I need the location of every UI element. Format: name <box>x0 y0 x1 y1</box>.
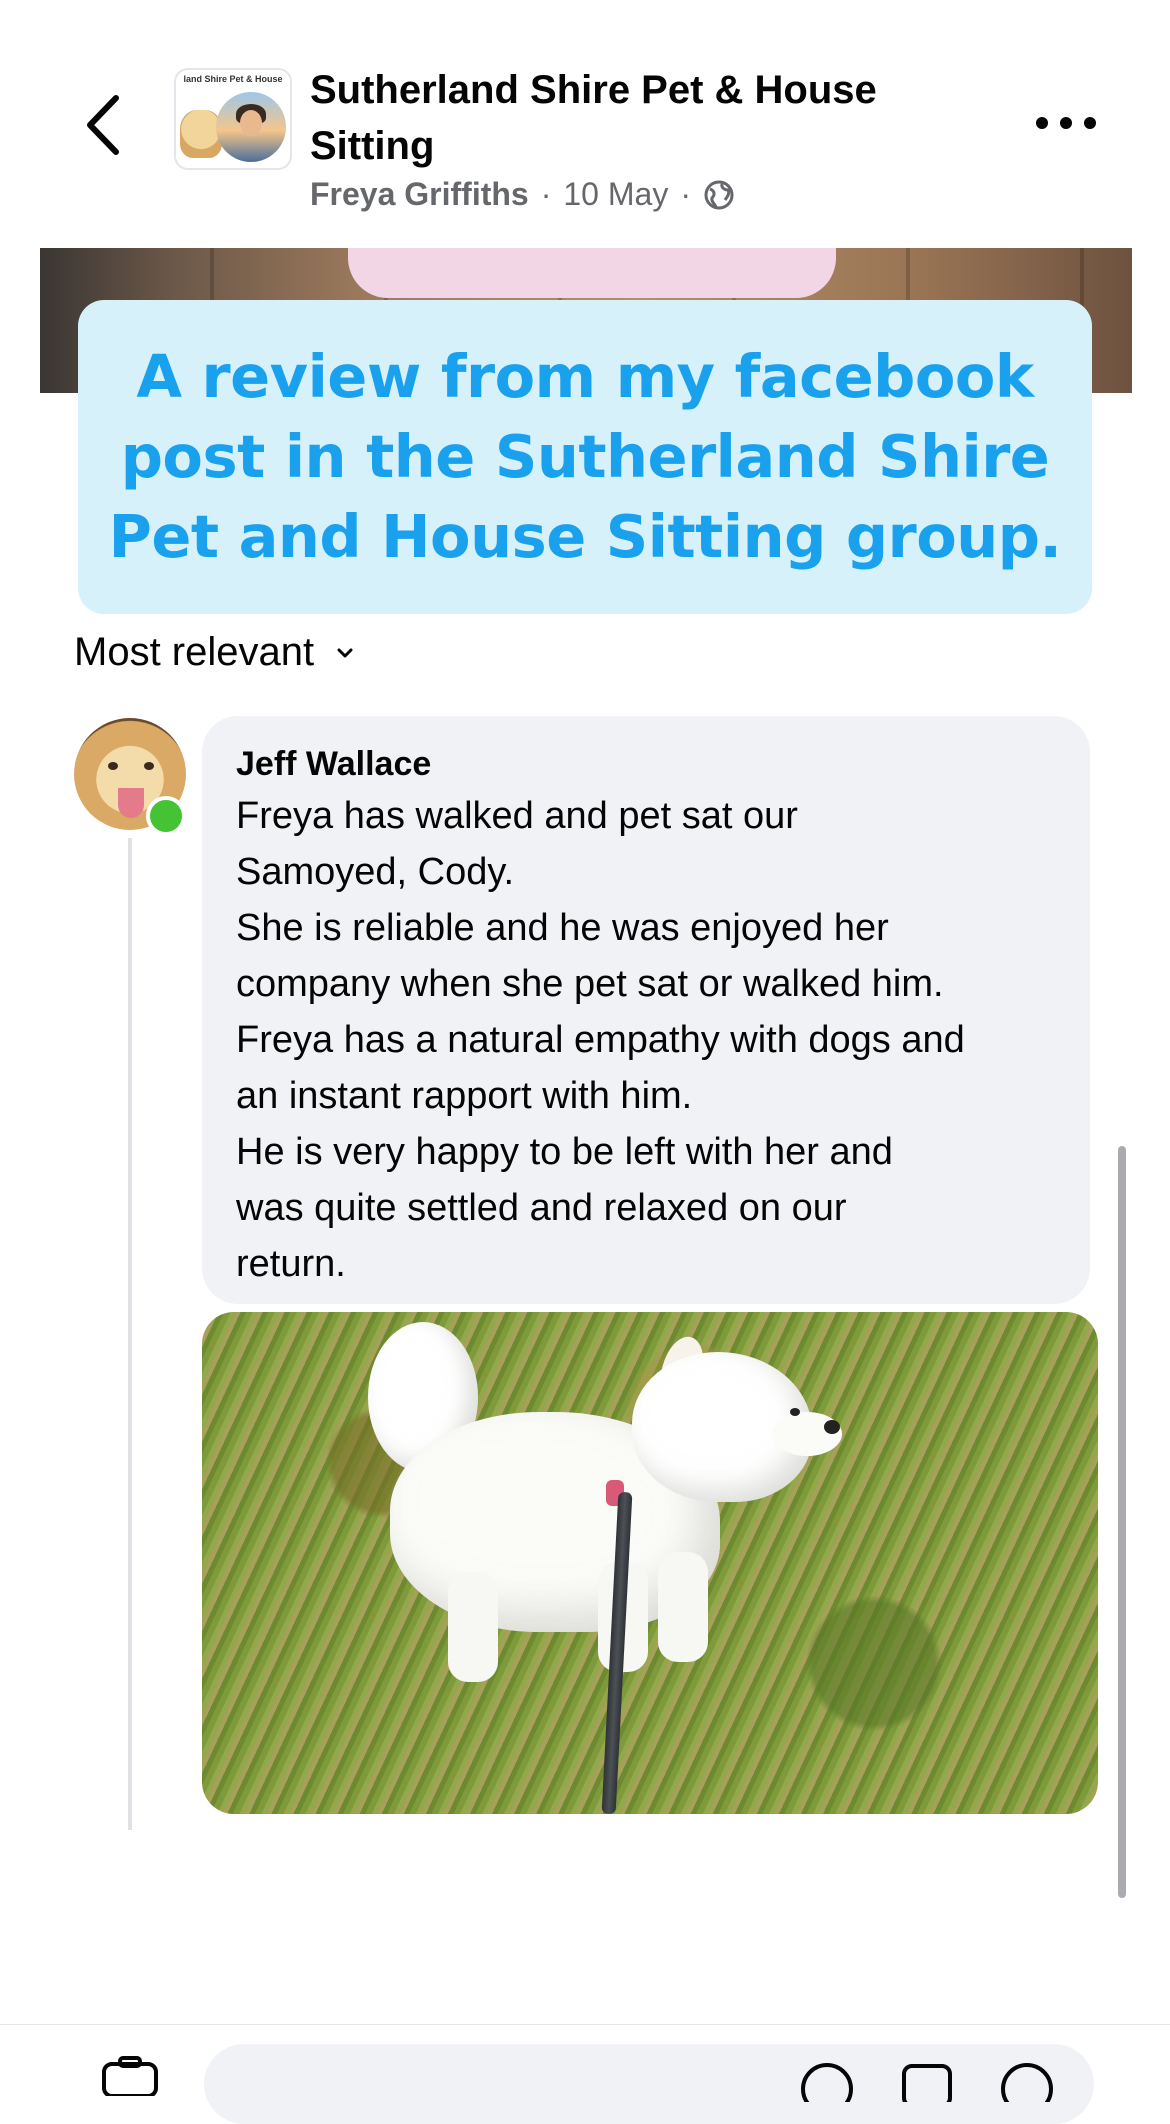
sticker-icon[interactable] <box>1000 2062 1054 2102</box>
post-date[interactable]: 10 May <box>563 176 668 213</box>
thumbnail-dog-image <box>180 110 222 158</box>
post-author-link[interactable]: Freya Griffiths <box>310 176 529 213</box>
commenter-name[interactable]: Jeff Wallace <box>236 742 1056 786</box>
obscured-region <box>120 1830 1120 2010</box>
comment-input[interactable] <box>204 2044 1094 2124</box>
post-meta: Freya Griffiths · 10 May · <box>310 176 735 213</box>
more-options-icon[interactable] <box>1036 108 1096 138</box>
group-thumbnail-banner: land Shire Pet & House <box>183 74 283 84</box>
meta-separator: · <box>680 176 691 212</box>
comment-photo[interactable] <box>202 1312 1098 1814</box>
comment-thread-line <box>128 838 132 1918</box>
group-thumbnail[interactable]: land Shire Pet & House <box>174 68 292 170</box>
meta-separator: · <box>540 176 552 212</box>
camera-icon[interactable] <box>100 2056 160 2096</box>
thumbnail-person-image <box>216 92 286 162</box>
sort-label: Most relevant <box>74 630 315 674</box>
comment-text: Freya has walked and pet sat our Samoyed… <box>236 795 965 1285</box>
group-name-link[interactable]: Sutherland Shire Pet & House Sitting <box>310 62 950 174</box>
chevron-down-icon <box>337 648 353 657</box>
comments-sort-dropdown[interactable]: Most relevant <box>74 630 356 675</box>
back-chevron-icon[interactable] <box>80 92 130 158</box>
comment-bubble[interactable]: Jeff Wallace Freya has walked and pet sa… <box>202 716 1090 1304</box>
scrollbar[interactable] <box>1118 1146 1126 1898</box>
globe-icon <box>704 180 734 209</box>
caption-text: A review from my facebook post in the Su… <box>108 342 1062 571</box>
gif-icon[interactable] <box>900 2062 954 2102</box>
emoji-icon[interactable] <box>800 2062 854 2102</box>
caption-banner: A review from my facebook post in the Su… <box>78 300 1092 614</box>
online-status-indicator <box>146 796 186 836</box>
